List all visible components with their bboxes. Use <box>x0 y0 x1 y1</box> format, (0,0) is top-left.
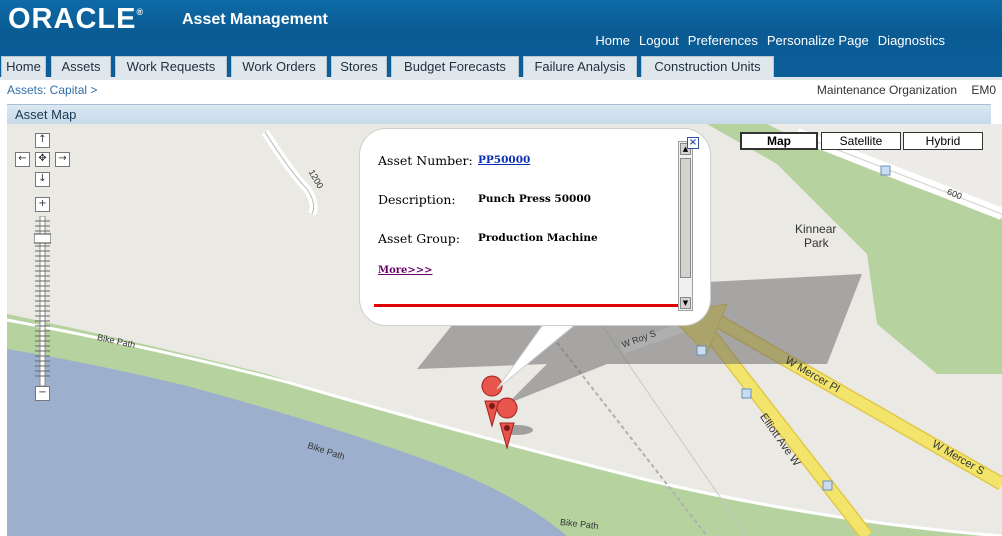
pan-right-button[interactable]: → <box>55 152 70 167</box>
asset-number-link[interactable]: PP50000 <box>478 154 530 166</box>
zoom-slider[interactable] <box>34 216 51 386</box>
pan-up-button[interactable]: ↑ <box>35 133 50 148</box>
description-label: Description: <box>378 192 456 207</box>
global-links: Home Logout Preferences Personalize Page… <box>595 33 945 48</box>
zoom-in-button[interactable]: + <box>35 197 50 212</box>
bus-stop-icon <box>741 388 752 399</box>
info-window-pointer <box>496 319 587 390</box>
park-label-2: Park <box>804 236 829 250</box>
breadcrumb-row: Assets: Capital > Maintenance Organizati… <box>0 80 1002 102</box>
tab-work-orders[interactable]: Work Orders <box>231 56 327 78</box>
asset-group-value: Production Machine <box>478 232 598 244</box>
pan-down-button[interactable]: ↓ <box>35 172 50 187</box>
scroll-thumb[interactable] <box>680 158 691 278</box>
pan-left-button[interactable]: ← <box>15 152 30 167</box>
tab-bar: Home Assets Work Requests Work Orders St… <box>0 55 1002 78</box>
park-label: Kinnear <box>795 222 837 236</box>
app-header: ORACLE® Asset Management Home Logout Pre… <box>0 0 1002 58</box>
oracle-logo: ORACLE® <box>8 3 145 35</box>
bus-stop-icon <box>880 165 891 176</box>
tab-assets[interactable]: Assets <box>51 56 111 78</box>
map-type-map-button[interactable]: Map <box>740 132 818 150</box>
bus-stop-icon <box>822 480 833 491</box>
tab-failure-analysis[interactable]: Failure Analysis <box>523 56 637 78</box>
close-icon[interactable]: × <box>687 137 699 149</box>
home-link[interactable]: Home <box>595 33 630 48</box>
tab-budget-forecasts[interactable]: Budget Forecasts <box>391 56 519 78</box>
preferences-link[interactable]: Preferences <box>688 33 758 48</box>
section-header: Asset Map <box>7 104 991 124</box>
asset-info-window: Asset Number: PP50000 Description: Punch… <box>360 129 710 325</box>
tab-work-requests[interactable]: Work Requests <box>115 56 227 78</box>
info-scrollbar[interactable]: ▲ ▼ <box>678 141 693 311</box>
zoom-slider-thumb <box>34 233 51 244</box>
bus-stop-icon <box>696 345 707 356</box>
tab-home[interactable]: Home <box>1 56 46 78</box>
scroll-down-arrow[interactable]: ▼ <box>680 297 691 309</box>
map-type-hybrid-button[interactable]: Hybrid <box>903 132 983 150</box>
asset-number-label: Asset Number: <box>378 153 473 168</box>
tab-construction-units[interactable]: Construction Units <box>641 56 774 78</box>
description-value: Punch Press 50000 <box>478 193 591 205</box>
breadcrumb[interactable]: Assets: Capital > <box>7 83 97 97</box>
pan-center-button[interactable]: ✥ <box>35 152 50 167</box>
tab-stores[interactable]: Stores <box>331 56 387 78</box>
organization-label: Maintenance Organization <box>816 83 957 97</box>
personalize-page-link[interactable]: Personalize Page <box>767 33 869 48</box>
more-link[interactable]: More>>> <box>378 265 433 276</box>
organization-value: EM0 <box>971 83 996 97</box>
map-type-satellite-button[interactable]: Satellite <box>821 132 901 150</box>
diagnostics-link[interactable]: Diagnostics <box>878 33 945 48</box>
asset-map[interactable]: Kinnear Park Bike Path Bike Path Bike Pa… <box>7 124 1002 536</box>
logout-link[interactable]: Logout <box>639 33 679 48</box>
info-divider <box>374 304 678 307</box>
zoom-out-button[interactable]: − <box>35 386 50 401</box>
app-title: Asset Management <box>182 11 328 28</box>
section-title: Asset Map <box>15 107 77 122</box>
asset-group-label: Asset Group: <box>378 231 461 246</box>
